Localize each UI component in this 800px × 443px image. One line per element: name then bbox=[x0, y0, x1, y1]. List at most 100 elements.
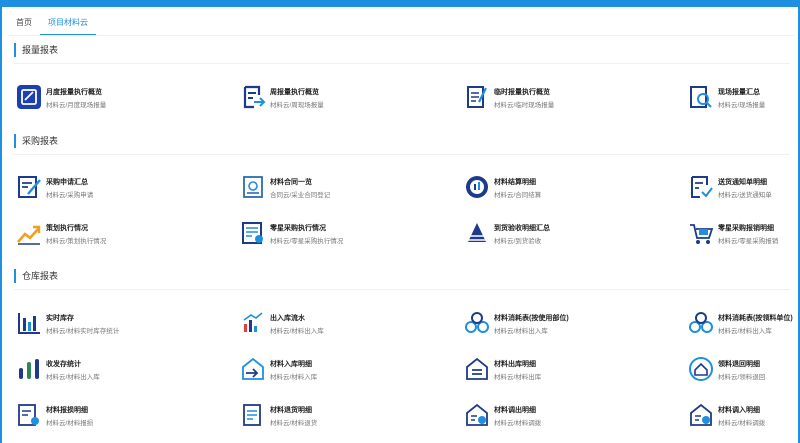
report-weekly-quantity[interactable]: 周报量执行概览 材料云/周现场报量 bbox=[240, 84, 410, 114]
report-purchase-request[interactable]: 采购申请汇总 材料云/采购申请 bbox=[16, 174, 186, 204]
inventory-bars-icon bbox=[18, 313, 40, 334]
report-title: 采购申请汇总 bbox=[46, 179, 88, 186]
report-subtitle: 材料云/周现场报量 bbox=[270, 102, 324, 109]
report-subtitle: 材料云/材料退货 bbox=[270, 420, 318, 427]
goods-return-icon bbox=[243, 404, 261, 426]
report-reimburse[interactable]: 零星采购报销明细 材料云/零星采购报销 bbox=[688, 220, 800, 250]
report-title: 策划执行情况 bbox=[46, 225, 88, 232]
sporadic-purchase-icon bbox=[242, 222, 263, 244]
report-site-quantity[interactable]: 现场报量汇总 材料云/现场报量 bbox=[688, 84, 800, 114]
damage-report-icon bbox=[18, 404, 39, 426]
section-warehouse-reports: 仓库报表 实时库存 材料云/材料实时库存统计 出入库流水 材料云/材料出入库 材… bbox=[14, 269, 793, 441]
report-sporadic-purchase[interactable]: 零星采购执行情况 材料云/零星采购执行情况 bbox=[240, 220, 410, 250]
report-subtitle: 材料云/材料调拨 bbox=[718, 420, 766, 427]
report-temp-quantity[interactable]: 临时报量执行概览 材料云/临时现场报量 bbox=[464, 84, 634, 114]
report-inventory[interactable]: 实时库存 材料云/材料实时库存统计 bbox=[16, 310, 186, 340]
report-title: 材料退货明细 bbox=[270, 407, 312, 414]
report-subtitle: 材料云/材料出库 bbox=[494, 374, 542, 381]
transfer-out-icon bbox=[466, 403, 488, 426]
report-title: 周报量执行概览 bbox=[270, 89, 319, 96]
report-subtitle: 材料云/月度现场报量 bbox=[46, 102, 107, 109]
stock-flow-icon bbox=[243, 312, 263, 332]
report-title: 临时报量执行概览 bbox=[494, 89, 550, 96]
report-plan-execution[interactable]: 策划执行情况 材料云/策划执行情况 bbox=[16, 220, 186, 250]
monthly-report-icon bbox=[17, 85, 41, 109]
report-outbound[interactable]: 材料出库明细 材料云/材料出库 bbox=[464, 356, 634, 386]
report-title: 材料结算明细 bbox=[494, 179, 536, 186]
weekly-report-icon bbox=[243, 85, 266, 109]
return-icon bbox=[689, 357, 713, 381]
report-transfer-out[interactable]: 材料调出明细 材料云/材料调拨 bbox=[464, 402, 634, 432]
delivery-notice-icon bbox=[691, 176, 713, 198]
report-goods-return[interactable]: 材料退货明细 材料云/材料退货 bbox=[240, 402, 410, 432]
report-subtitle: 材料云/材料入库 bbox=[270, 374, 318, 381]
section-purchase-reports: 采购报表 采购申请汇总 材料云/采购申请 材料合同一览 合同云/采业合同登记 材… bbox=[14, 134, 790, 258]
consume-part-icon bbox=[465, 312, 489, 333]
report-subtitle: 材料云/采购申请 bbox=[46, 192, 94, 199]
stock-stats-icon bbox=[19, 359, 39, 379]
report-arrival-check[interactable]: 到货验收明细汇总 材料云/到货验收 bbox=[464, 220, 634, 250]
report-subtitle: 材料云/策划执行情况 bbox=[46, 238, 107, 245]
purchase-request-icon bbox=[18, 176, 41, 198]
report-subtitle: 材料云/材料出入库 bbox=[494, 328, 548, 335]
report-subtitle: 材料云/材料出入库 bbox=[718, 328, 772, 335]
section-title: 报量报表 bbox=[14, 43, 790, 57]
report-subtitle: 材料云/材料出入库 bbox=[270, 328, 324, 335]
report-title: 零星采购执行情况 bbox=[270, 225, 326, 232]
report-title: 零星采购报销明细 bbox=[718, 225, 774, 232]
outbound-icon bbox=[466, 357, 488, 380]
section-divider bbox=[14, 154, 790, 155]
plan-trend-icon bbox=[17, 225, 41, 245]
report-stock-stats[interactable]: 收发存统计 材料云/材料出入库 bbox=[16, 356, 186, 386]
report-title: 月度报量执行概览 bbox=[46, 89, 102, 96]
report-monthly-quantity[interactable]: 月度报量执行概览 材料云/月度现场报量 bbox=[16, 84, 186, 114]
reimburse-cart-icon bbox=[690, 224, 714, 244]
report-subtitle: 材料云/到货验收 bbox=[494, 238, 542, 245]
report-damage[interactable]: 材料报损明细 材料云/材料报损 bbox=[16, 402, 186, 432]
section-quantity-reports: 报量报表 月度报量执行概览 材料云/月度现场报量 周报量执行概览 材料云/周现场… bbox=[14, 43, 790, 123]
report-title: 材料合同一览 bbox=[270, 179, 312, 186]
report-delivery-notice[interactable]: 送货通知单明细 材料云/送货通知单 bbox=[688, 174, 800, 204]
report-title: 现场报量汇总 bbox=[718, 89, 760, 96]
report-consume-by-unit[interactable]: 材料消耗表(按领料单位) 材料云/材料出入库 bbox=[688, 310, 800, 340]
tab-divider bbox=[8, 35, 794, 36]
consume-unit-icon bbox=[689, 312, 713, 333]
report-subtitle: 材料云/合同结算 bbox=[494, 192, 542, 199]
section-title: 仓库报表 bbox=[14, 269, 790, 283]
report-inbound[interactable]: 材料入库明细 材料云/材料入库 bbox=[240, 356, 410, 386]
report-title: 材料报损明细 bbox=[46, 407, 88, 414]
report-transfer-in[interactable]: 材料调入明细 材料云/材料调拨 bbox=[688, 402, 800, 432]
report-title: 材料入库明细 bbox=[270, 361, 312, 368]
report-title: 收发存统计 bbox=[46, 361, 81, 368]
contract-icon bbox=[243, 176, 263, 198]
report-title: 送货通知单明细 bbox=[718, 179, 767, 186]
report-subtitle: 合同云/采业合同登记 bbox=[270, 192, 331, 199]
tab-material-cloud[interactable]: 项目材料云 bbox=[40, 10, 96, 35]
report-subtitle: 材料云/临时现场报量 bbox=[494, 102, 555, 109]
report-contract[interactable]: 材料合同一览 合同云/采业合同登记 bbox=[240, 174, 410, 204]
arrival-check-icon bbox=[468, 223, 486, 242]
report-subtitle: 材料云/材料实时库存统计 bbox=[46, 328, 120, 335]
report-subtitle: 材料云/领料退回 bbox=[718, 374, 766, 381]
report-title: 材料消耗表(按使用部位) bbox=[494, 315, 569, 322]
report-subtitle: 材料云/零星采购报销 bbox=[718, 238, 779, 245]
section-divider bbox=[14, 289, 790, 290]
site-report-icon bbox=[690, 86, 712, 108]
report-subtitle: 材料云/材料报损 bbox=[46, 420, 94, 427]
report-subtitle: 材料云/送货通知单 bbox=[718, 192, 772, 199]
temp-report-icon bbox=[467, 86, 487, 108]
inbound-icon bbox=[242, 357, 264, 380]
report-subtitle: 材料云/材料调拨 bbox=[494, 420, 542, 427]
report-title: 材料消耗表(按领料单位) bbox=[718, 315, 793, 322]
report-stock-flow[interactable]: 出入库流水 材料云/材料出入库 bbox=[240, 310, 410, 340]
settlement-icon bbox=[466, 176, 488, 198]
report-subtitle: 材料云/零星采购执行情况 bbox=[270, 238, 344, 245]
report-title: 材料调入明细 bbox=[718, 407, 760, 414]
report-subtitle: 材料云/现场报量 bbox=[718, 102, 766, 109]
tab-home[interactable]: 首页 bbox=[8, 10, 40, 34]
section-title: 采购报表 bbox=[14, 134, 790, 148]
report-consume-by-part[interactable]: 材料消耗表(按使用部位) 材料云/材料出入库 bbox=[464, 310, 634, 340]
report-settlement[interactable]: 材料结算明细 材料云/合同结算 bbox=[464, 174, 634, 204]
report-material-return[interactable]: 领料退回明细 材料云/领料退回 bbox=[688, 356, 800, 386]
report-subtitle: 材料云/材料出入库 bbox=[46, 374, 100, 381]
